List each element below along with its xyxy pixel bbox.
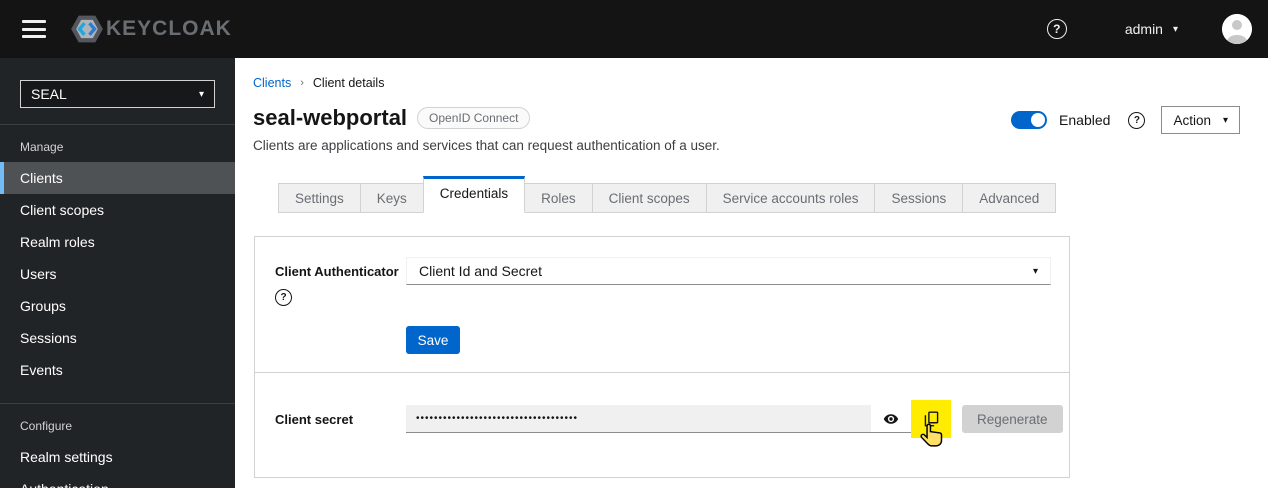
tab-bar: Settings Keys Credentials Roles Client scope… (278, 176, 1057, 213)
realm-name: SEAL (31, 86, 67, 102)
client-authenticator-label: Client Authenticator (275, 264, 399, 279)
keycloak-logo: KEYCLOAK (70, 14, 232, 44)
sidebar-item-authentication[interactable]: Authentication (0, 473, 235, 488)
breadcrumb: Clients › Client details (253, 76, 384, 90)
client-secret-label: Client secret (275, 412, 354, 427)
help-icon[interactable]: ? (1046, 19, 1067, 39)
breadcrumb-clients-link[interactable]: Clients (253, 76, 291, 90)
nav-section-configure: Configure (0, 403, 235, 441)
chevron-down-icon: ▾ (1032, 265, 1038, 277)
protocol-badge: OpenID Connect (417, 107, 531, 129)
save-button[interactable]: Save (406, 326, 460, 354)
eye-icon (883, 413, 899, 424)
avatar[interactable] (1222, 14, 1252, 44)
enabled-label: Enabled (1059, 112, 1111, 128)
help-icon[interactable]: ? (1128, 111, 1146, 129)
copy-secret-button[interactable] (911, 400, 951, 447)
help-icon[interactable]: ? (275, 289, 292, 306)
client-secret-input[interactable]: •••••••••••••••••••••••••••••••••••• (406, 405, 871, 433)
sidebar-item-sessions[interactable]: Sessions (0, 322, 235, 354)
person-icon (1222, 14, 1252, 44)
sidebar-item-realm-roles[interactable]: Realm roles (0, 226, 235, 258)
client-authenticator-value: Client Id and Secret (419, 263, 542, 279)
sidebar-item-users[interactable]: Users (0, 258, 235, 290)
regenerate-button[interactable]: Regenerate (962, 405, 1063, 433)
hamburger-menu-icon[interactable] (22, 20, 46, 38)
action-dropdown[interactable]: Action ▾ (1161, 106, 1240, 134)
tab-roles[interactable]: Roles (524, 183, 593, 213)
credentials-card: Client Authenticator ? Client Id and Sec… (254, 236, 1070, 478)
user-menu[interactable]: admin ▾ (1125, 21, 1178, 37)
nav-section-manage: Manage (20, 140, 64, 154)
sidebar-item-client-scopes[interactable]: Client scopes (0, 194, 235, 226)
chevron-down-icon: ▾ (198, 88, 204, 100)
sidebar-item-groups[interactable]: Groups (0, 290, 235, 322)
mouse-cursor-icon (920, 423, 943, 447)
realm-selector[interactable]: SEAL ▾ (20, 80, 215, 108)
sidebar-item-events[interactable]: Events (0, 354, 235, 386)
breadcrumb-separator-icon: › (300, 77, 304, 89)
brand-text: KEYCLOAK (106, 17, 232, 40)
topbar: KEYCLOAK ? admin ▾ (0, 0, 1268, 58)
chevron-down-icon: ▾ (1222, 114, 1228, 126)
chevron-down-icon: ▾ (1172, 23, 1178, 35)
sidebar-item-clients[interactable]: Clients (0, 162, 235, 194)
toggle-knob (1031, 113, 1046, 127)
breadcrumb-current: Client details (312, 76, 385, 90)
authenticator-section: Client Authenticator ? Client Id and Sec… (255, 237, 1069, 373)
tab-sessions[interactable]: Sessions (874, 183, 964, 213)
tab-advanced[interactable]: Advanced (962, 183, 1057, 213)
sidebar: SEAL ▾ Manage Clients Client scopes Realm r… (0, 58, 235, 488)
realm-selector-block: SEAL ▾ (0, 58, 235, 125)
header-controls: Enabled ? Action ▾ (1011, 106, 1240, 134)
page-header: seal-webportal OpenID Connect Clients ar… (253, 105, 720, 153)
sidebar-nav: Manage Clients Client scopes Realm roles Use… (0, 125, 235, 488)
action-label: Action (1173, 112, 1211, 128)
username: admin (1124, 21, 1163, 37)
client-authenticator-select[interactable]: Client Id and Secret ▾ (406, 257, 1051, 285)
page-title: seal-webportal (253, 105, 408, 130)
show-secret-button[interactable] (871, 405, 911, 433)
sidebar-item-realm-settings[interactable]: Realm settings (0, 441, 235, 473)
client-secret-section: Client secret ••••••••••••••••••••••••••… (255, 373, 1069, 447)
tab-settings[interactable]: Settings (278, 183, 361, 213)
keycloak-hexagon-icon (71, 15, 103, 43)
client-secret-group: •••••••••••••••••••••••••••••••••••• (406, 400, 951, 447)
tab-service-accounts-roles[interactable]: Service accounts roles (705, 183, 876, 213)
tab-keys[interactable]: Keys (359, 183, 424, 213)
tab-credentials[interactable]: Credentials (422, 176, 526, 213)
page-description: Clients are applications and services th… (253, 138, 720, 153)
tab-client-scopes[interactable]: Client scopes (591, 183, 707, 213)
main-content: Clients › Client details seal-webportal … (235, 58, 1268, 488)
enabled-toggle[interactable] (1011, 111, 1048, 129)
